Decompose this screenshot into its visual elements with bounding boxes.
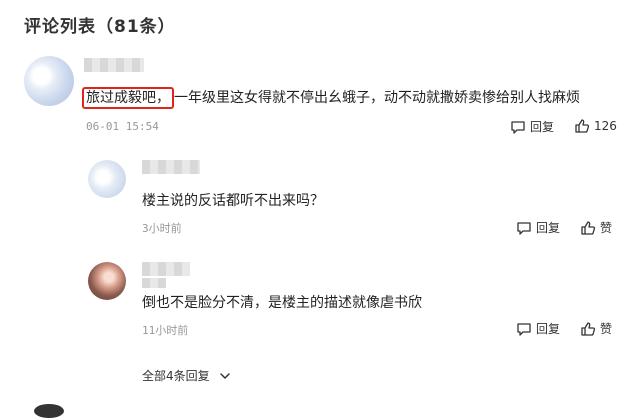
thumbs-up-icon — [581, 220, 596, 235]
reply-text: 倒也不是脸分不清，是楼主的描述就像虐书欣 — [142, 295, 422, 311]
reply-time: 3小时前 — [142, 222, 182, 235]
thumbs-up-icon — [581, 321, 596, 336]
like-button[interactable]: 126 — [574, 118, 617, 134]
thumbs-up-icon — [575, 119, 590, 133]
username-blurred[interactable] — [142, 262, 190, 276]
comment-bubble-icon — [517, 221, 531, 235]
username-blurred[interactable] — [142, 160, 200, 174]
like-count: 126 — [594, 119, 617, 133]
like-label: 赞 — [600, 221, 613, 235]
like-button[interactable]: 赞 — [580, 320, 612, 337]
comment-text: 旅过成毅吧， 一年级里这女得就不停出幺蛾子，动不动就撒娇卖惨给别人找麻烦 — [82, 87, 580, 109]
more-replies-button[interactable]: 全部4条回复 — [142, 367, 232, 384]
highlighted-text: 旅过成毅吧， — [82, 87, 174, 109]
reply-button[interactable]: 回复 — [516, 320, 560, 337]
page-title: 评论列表（81条） — [24, 17, 176, 37]
avatar[interactable] — [24, 56, 74, 106]
reply-label: 回复 — [530, 120, 555, 134]
reply-text: 楼主说的反话都听不出来吗？ — [142, 193, 324, 209]
comment-body: 一年级里这女得就不停出幺蛾子，动不动就撒娇卖惨给别人找麻烦 — [174, 90, 580, 106]
avatar[interactable] — [34, 404, 64, 418]
reply-button[interactable]: 回复 — [510, 118, 554, 135]
like-label: 赞 — [600, 322, 613, 336]
more-replies-label: 全部4条回复 — [142, 369, 210, 383]
username-blurred-suffix — [142, 278, 166, 288]
reply-time: 11小时前 — [142, 324, 189, 337]
username-blurred[interactable] — [84, 58, 144, 72]
like-button[interactable]: 赞 — [580, 219, 612, 236]
reply-label: 回复 — [536, 322, 561, 336]
reply-label: 回复 — [536, 221, 561, 235]
comment-bubble-icon — [517, 322, 531, 336]
comment-bubble-icon — [511, 120, 525, 134]
comment-time: 06-01 15:54 — [86, 120, 159, 133]
avatar[interactable] — [88, 262, 126, 300]
avatar[interactable] — [88, 160, 126, 198]
reply-button[interactable]: 回复 — [516, 219, 560, 236]
chevron-down-icon — [219, 372, 230, 379]
